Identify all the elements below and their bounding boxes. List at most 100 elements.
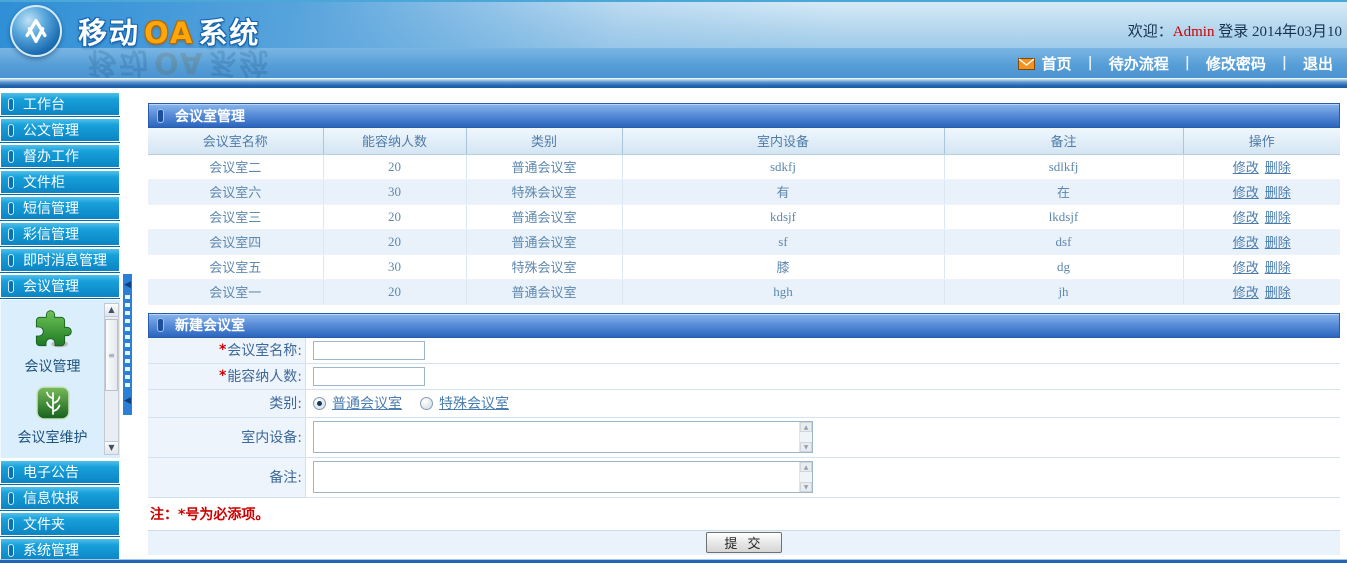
submenu-item-meeting-management[interactable]: 会议管理 — [1, 300, 104, 376]
edit-link[interactable]: 修改 — [1233, 160, 1259, 175]
menu-pill-icon — [8, 124, 14, 137]
table-cell: 普通会议室 — [466, 279, 622, 304]
submenu-label: 会议管理 — [25, 356, 81, 376]
nav-home[interactable]: 首页 — [1018, 53, 1072, 74]
app-logo: 移动OA系统 — [10, 5, 260, 57]
edit-link[interactable]: 修改 — [1233, 210, 1259, 225]
equipment-textarea[interactable] — [314, 422, 799, 452]
scroll-up-icon[interactable]: ▲ — [800, 462, 812, 472]
edit-link[interactable]: 修改 — [1233, 260, 1259, 275]
delete-link[interactable]: 删除 — [1265, 185, 1291, 200]
sidebar-item-mms-management[interactable]: 彩信管理 — [0, 222, 120, 246]
header: 移动OA系统 欢迎：Admin 登录 2014年03月10 首页|待办流程|修改… — [0, 0, 1347, 88]
sidebar-item-label: 文件夹 — [23, 514, 65, 534]
sidebar-item-document-management[interactable]: 公文管理 — [0, 118, 120, 142]
scroll-up-icon[interactable]: ▲ — [105, 304, 118, 317]
scroll-down-icon[interactable]: ▼ — [800, 442, 812, 452]
radio-special-room[interactable] — [420, 397, 433, 410]
menu-pill-icon — [8, 492, 14, 505]
sidebar-item-supervision-work[interactable]: 督办工作 — [0, 144, 120, 168]
form-row-remark: 备注: ▲ ▼ — [148, 458, 1340, 498]
textarea-scrollbar[interactable]: ▲ ▼ — [799, 462, 812, 492]
sidebar-item-meeting-management[interactable]: 会议管理 — [0, 274, 120, 298]
edit-link[interactable]: 修改 — [1233, 285, 1259, 300]
room-name-input[interactable] — [313, 341, 425, 360]
submenu-scrollbar[interactable]: ▲ ≡ ▼ — [104, 303, 119, 455]
sidebar-item-instant-message-management[interactable]: 即时消息管理 — [0, 248, 120, 272]
column-header: 会议室名称 — [148, 128, 323, 154]
table-row: 会议室二20普通会议室sdkfjsdlkfj修改删除 — [148, 154, 1340, 179]
submenu-label: 会议室维护 — [18, 427, 88, 447]
actions-cell: 修改删除 — [1183, 279, 1340, 304]
table-row: 会议室六30特殊会议室有在修改删除 — [148, 179, 1340, 204]
sidebar-collapse-strip[interactable]: ◀ ◀ — [121, 274, 132, 415]
envelope-icon — [1018, 58, 1035, 70]
actions-cell: 修改删除 — [1183, 254, 1340, 279]
sidebar-item-sms-management[interactable]: 短信管理 — [0, 196, 120, 220]
sidebar-item-e-announcement[interactable]: 电子公告 — [0, 460, 120, 484]
sidebar-item-label: 公文管理 — [23, 120, 79, 140]
collapse-arrow-icon[interactable]: ◀ — [124, 280, 131, 290]
edit-link[interactable]: 修改 — [1233, 235, 1259, 250]
menu-pill-icon — [8, 280, 14, 293]
welcome-login-label: 登录 — [1218, 24, 1248, 40]
nav-logout[interactable]: 退出 — [1303, 53, 1333, 74]
actions-cell: 修改删除 — [1183, 229, 1340, 254]
submenu-item-meeting-room-maintenance[interactable]: 会议室维护 — [1, 376, 104, 447]
sidebar-item-file-cabinet[interactable]: 文件柜 — [0, 170, 120, 194]
welcome-prefix: 欢迎： — [1128, 24, 1173, 40]
column-header: 操作 — [1183, 128, 1340, 154]
sidebar-item-label: 系统管理 — [23, 540, 79, 560]
table-cell: 特殊会议室 — [466, 254, 622, 279]
delete-link[interactable]: 删除 — [1265, 285, 1291, 300]
delete-link[interactable]: 删除 — [1265, 235, 1291, 250]
radio-label-normal[interactable]: 普通会议室 — [332, 393, 402, 413]
delete-link[interactable]: 删除 — [1265, 210, 1291, 225]
delete-link[interactable]: 删除 — [1265, 160, 1291, 175]
table-cell: 会议室三 — [148, 204, 323, 229]
column-header: 能容纳人数 — [323, 128, 466, 154]
textarea-scrollbar[interactable]: ▲ ▼ — [799, 422, 812, 452]
table-cell: 会议室六 — [148, 179, 323, 204]
scroll-up-icon[interactable]: ▲ — [800, 422, 812, 432]
nav-todo-flow[interactable]: 待办流程 — [1109, 53, 1169, 74]
sidebar-item-info-bulletin[interactable]: 信息快报 — [0, 486, 120, 510]
remark-textarea[interactable] — [314, 462, 799, 492]
table-cell: 在 — [944, 179, 1183, 204]
table-header-row: 会议室名称能容纳人数类别室内设备备注操作 — [148, 128, 1340, 154]
capacity-input[interactable] — [313, 367, 425, 386]
required-note: 注：*号为必添项。 — [148, 498, 1340, 529]
sidebar-item-label: 工作台 — [23, 94, 65, 114]
nav-change-password[interactable]: 修改密码 — [1206, 53, 1266, 74]
radio-normal-room[interactable] — [313, 397, 326, 410]
table-cell: 会议室四 — [148, 229, 323, 254]
table-cell: sdlkfj — [944, 154, 1183, 179]
radio-label-special[interactable]: 特殊会议室 — [439, 393, 509, 413]
scrollbar-thumb[interactable]: ≡ — [105, 319, 118, 391]
sidebar: 工作台公文管理督办工作文件柜短信管理彩信管理即时消息管理会议管理 会议管理 — [0, 92, 120, 564]
scroll-down-icon[interactable]: ▼ — [105, 441, 118, 454]
sidebar-item-folder[interactable]: 文件夹 — [0, 512, 120, 536]
scroll-down-icon[interactable]: ▼ — [800, 482, 812, 492]
app-title: 移动OA系统 — [78, 10, 260, 52]
form-row-type: 类别: 普通会议室 特殊会议室 — [148, 390, 1340, 418]
table-cell: dg — [944, 254, 1183, 279]
table-cell: 30 — [323, 254, 466, 279]
column-header: 室内设备 — [622, 128, 944, 154]
delete-link[interactable]: 删除 — [1265, 260, 1291, 275]
sidebar-item-workbench[interactable]: 工作台 — [0, 92, 120, 116]
room-name-label: *会议室名称: — [148, 338, 306, 363]
submit-button[interactable]: 提 交 — [706, 532, 782, 553]
meeting-rooms-table: 会议室名称能容纳人数类别室内设备备注操作 会议室二20普通会议室sdkfjsdl… — [148, 128, 1340, 305]
edit-link[interactable]: 修改 — [1233, 185, 1259, 200]
nav-item-label: 首页 — [1042, 53, 1072, 74]
logo-suffix: 系统 — [198, 16, 260, 50]
table-cell: 膝 — [622, 254, 944, 279]
table-row: 会议室四20普通会议室sfdsf修改删除 — [148, 229, 1340, 254]
nav-separator: | — [1282, 55, 1287, 71]
column-header: 备注 — [944, 128, 1183, 154]
header-banner: 移动OA系统 欢迎：Admin 登录 2014年03月10 — [0, 0, 1347, 48]
collapse-arrow-icon[interactable]: ◀ — [124, 396, 131, 406]
scrollbar-track[interactable]: ≡ — [105, 317, 118, 441]
sidebar-item-label: 短信管理 — [23, 198, 79, 218]
